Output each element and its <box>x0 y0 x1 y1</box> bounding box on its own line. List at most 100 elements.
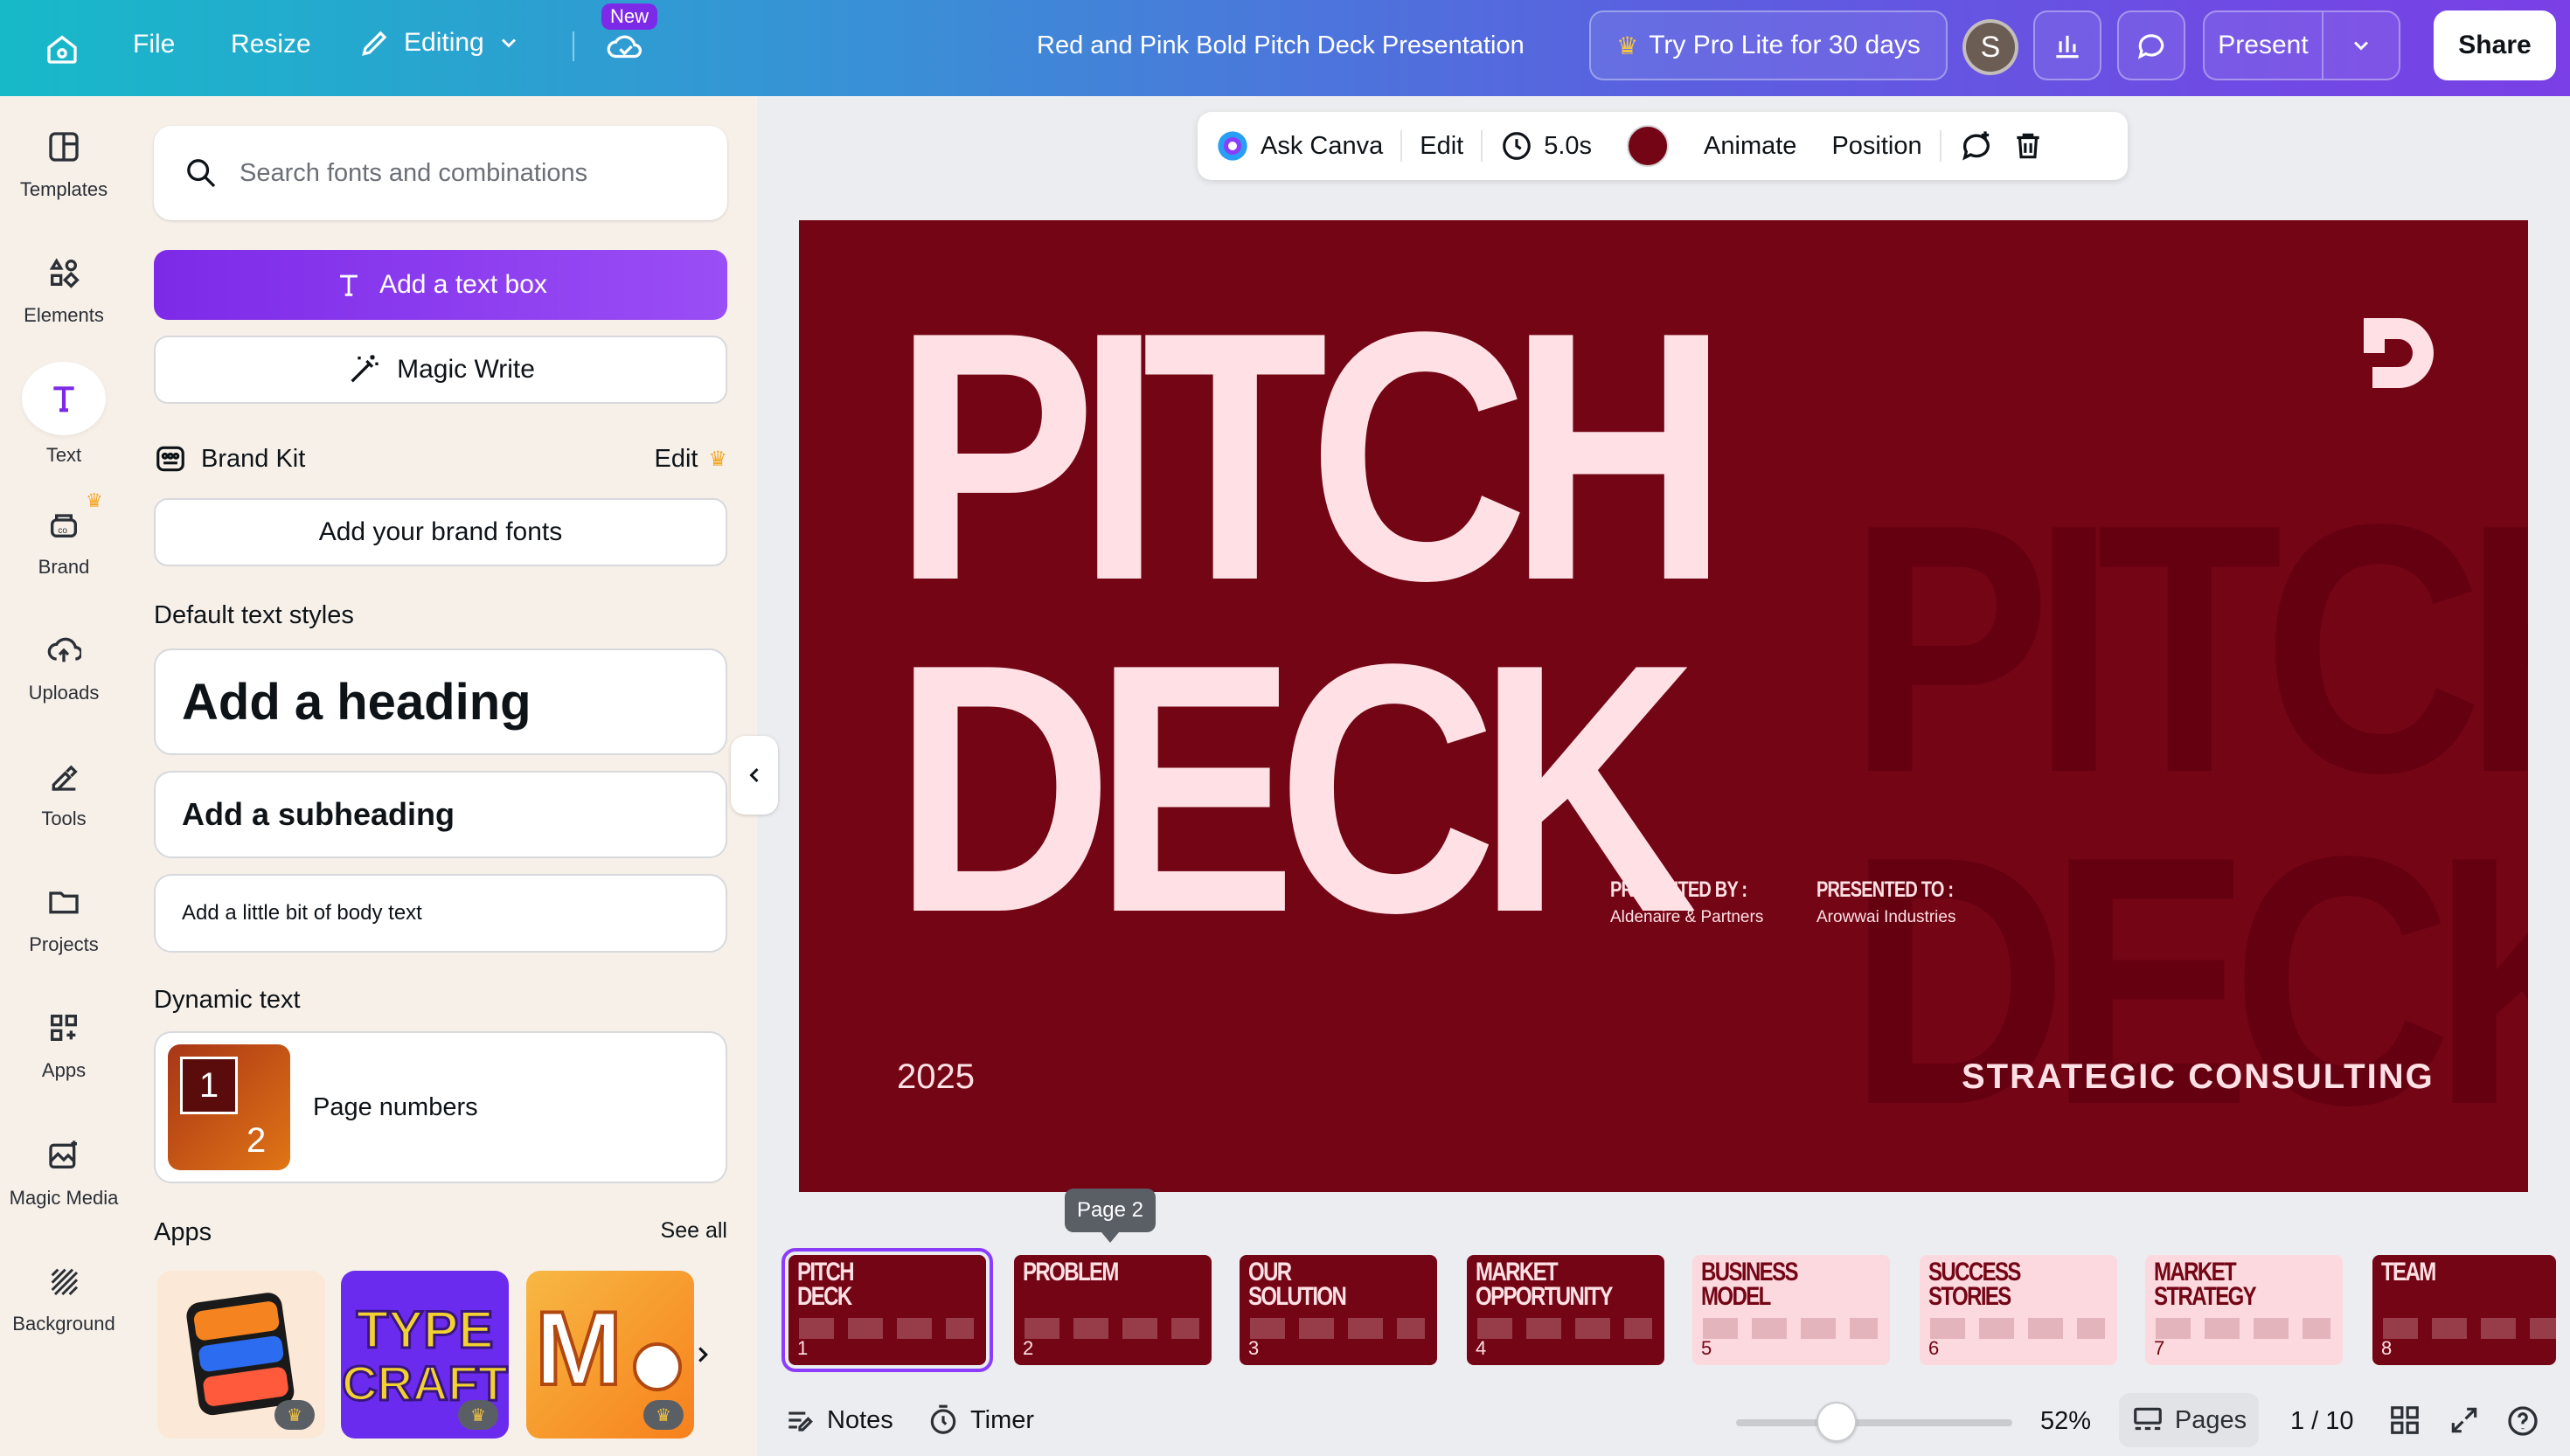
slide-tagline[interactable]: STRATEGIC CONSULTING <box>1962 1057 2435 1097</box>
page-thumbnail[interactable]: PROBLEM 2 <box>1014 1255 1212 1365</box>
rail-templates[interactable]: Templates <box>0 110 128 215</box>
delete-button[interactable] <box>2011 112 2062 180</box>
rail-elements[interactable]: Elements <box>0 236 128 341</box>
add-comment-button[interactable] <box>1941 112 2011 180</box>
timer-icon <box>930 1404 956 1434</box>
comments-button[interactable] <box>2117 10 2185 80</box>
chevron-left-icon <box>749 767 759 783</box>
add-text-box-button[interactable]: Add a text box <box>154 250 727 320</box>
thumbnail-title: SUCCESS STORIES <box>1928 1258 2021 1311</box>
present-options-button[interactable] <box>2323 33 2399 58</box>
try-pro-button[interactable]: ♛ Try Pro Lite for 30 days <box>1589 10 1948 80</box>
projects-icon <box>41 879 87 925</box>
apps-title: Apps <box>154 1218 212 1246</box>
slide-title[interactable]: PITCH DECK <box>893 279 1728 986</box>
position-button[interactable]: Position <box>1814 112 1939 180</box>
search-placeholder: Search fonts and combinations <box>240 158 588 187</box>
add-heading-button[interactable]: Add a heading <box>154 648 727 755</box>
share-button[interactable]: Share <box>2434 10 2556 80</box>
rail-templates-label: Templates <box>19 178 108 200</box>
notes-icon <box>788 1411 813 1432</box>
thumbnail-body-lines <box>2156 1318 2330 1339</box>
insights-button[interactable] <box>2033 10 2101 80</box>
resize-button[interactable]: Resize <box>231 30 311 59</box>
present-button[interactable]: Present <box>2205 12 2323 79</box>
ask-canva-button[interactable]: Ask Canva <box>1198 112 1400 180</box>
thumbnail-body-lines <box>2383 1318 2556 1339</box>
document-title[interactable]: Red and Pink Bold Pitch Deck Presentatio… <box>1037 31 1525 60</box>
cloud-sync-button[interactable] <box>601 24 650 68</box>
grid-view-button[interactable] <box>2388 1404 2421 1437</box>
presented-to-label: PRESENTED TO : <box>1816 877 1954 902</box>
brand-kit-edit-link[interactable]: Edit <box>655 445 698 474</box>
page-thumbnail[interactable]: MARKET OPPORTUNITY 4 <box>1467 1255 1664 1365</box>
rail-uploads-label: Uploads <box>28 682 100 704</box>
page-thumbnail[interactable]: TEAM 8 <box>2372 1255 2556 1365</box>
slide-title-line-2: DECK <box>893 590 1698 986</box>
rail-tools[interactable]: Tools <box>0 739 128 844</box>
slide-year[interactable]: 2025 <box>897 1057 975 1097</box>
page-thumbnail[interactable]: OUR SOLUTION 3 <box>1240 1255 1437 1365</box>
notes-label: Notes <box>827 1405 893 1434</box>
zoom-slider-handle[interactable] <box>1816 1402 1858 1442</box>
app-tile-s-logo[interactable]: ♛ <box>157 1271 325 1439</box>
presented-to-block[interactable]: PRESENTED TO : Arowwai Industries <box>1816 877 1987 927</box>
rail-elements-label: Elements <box>24 304 104 326</box>
uploads-icon <box>41 627 87 673</box>
timer-button[interactable]: Timer <box>927 1404 1034 1437</box>
rail-tools-label: Tools <box>41 808 87 829</box>
font-search-input[interactable]: Search fonts and combinations <box>154 126 727 220</box>
page-numbers-card[interactable]: 1 2 Page numbers <box>154 1031 727 1183</box>
presented-by-block[interactable]: PRESENTED BY : Aldenaire & Partners <box>1610 877 1781 927</box>
background-color-button[interactable] <box>1609 112 1686 180</box>
page-thumbnail[interactable]: SUCCESS STORIES 6 <box>1920 1255 2117 1365</box>
animate-button[interactable]: Animate <box>1686 112 1814 180</box>
add-subheading-button[interactable]: Add a subheading <box>154 771 727 858</box>
pages-button[interactable]: Pages <box>2119 1393 2259 1447</box>
canva-assistant-icon <box>1218 131 1247 161</box>
thumbnail-page-number: 4 <box>1476 1337 1487 1359</box>
rail-brand-label: Brand <box>38 556 90 578</box>
see-all-apps-link[interactable]: See all <box>661 1218 727 1247</box>
file-menu[interactable]: File <box>133 30 175 59</box>
collapse-panel-button[interactable] <box>731 736 778 815</box>
app-tile-mo[interactable]: M ♛ <box>526 1271 694 1439</box>
notes-button[interactable]: Notes <box>783 1404 893 1437</box>
rail-text-label: Text <box>45 444 82 466</box>
rail-background[interactable]: Background <box>0 1245 128 1349</box>
svg-text:M: M <box>535 1290 622 1407</box>
slide-canvas[interactable]: PITCH DECK PITCH DECK PRESENTED BY : Ald… <box>799 220 2528 1192</box>
page-thumbnail[interactable]: MARKET STRATEGY 7 <box>2145 1255 2343 1365</box>
home-icon <box>47 35 77 64</box>
rail-apps[interactable]: Apps <box>0 991 128 1096</box>
thumbnail-body-lines <box>1477 1318 1652 1339</box>
home-button[interactable] <box>35 22 89 76</box>
page-thumbnail[interactable]: BUSINESS MODEL 5 <box>1692 1255 1890 1365</box>
help-button[interactable] <box>2505 1404 2540 1439</box>
duration-label: 5.0s <box>1544 131 1593 160</box>
add-brand-fonts-button[interactable]: Add your brand fonts <box>154 498 727 566</box>
crown-icon: ♛ <box>287 1405 302 1425</box>
page-thumbnail[interactable]: PITCH DECK 1 <box>781 1248 993 1372</box>
rail-projects[interactable]: Projects <box>0 865 128 970</box>
rail-text[interactable]: Text <box>0 362 128 467</box>
rail-magic-media[interactable]: Magic Media <box>0 1119 128 1224</box>
bar-chart-icon <box>2056 35 2079 59</box>
duration-button[interactable]: 5.0s <box>1483 112 1609 180</box>
zoom-slider-track[interactable] <box>1736 1419 2012 1426</box>
templates-icon <box>41 124 87 170</box>
edit-button[interactable]: Edit <box>1402 112 1481 180</box>
crown-icon: ♛ <box>708 447 727 471</box>
magic-write-button[interactable]: Magic Write <box>154 336 727 404</box>
fullscreen-button[interactable] <box>2448 1404 2481 1437</box>
zoom-percent[interactable]: 52% <box>2040 1407 2091 1436</box>
rail-uploads[interactable]: Uploads <box>0 614 128 718</box>
app-tile-typecraft[interactable]: TYPE CRAFT ♛ <box>341 1271 509 1439</box>
thumbnail-body-lines <box>1250 1318 1425 1339</box>
company-logo-icon[interactable] <box>2364 318 2434 388</box>
add-body-text-button[interactable]: Add a little bit of body text <box>154 874 727 953</box>
user-avatar[interactable]: S <box>1962 19 2018 75</box>
apps-scroll-right-button[interactable] <box>685 1328 720 1381</box>
rail-brand[interactable]: co Brand <box>0 488 128 593</box>
editing-mode-dropdown[interactable]: Editing <box>358 26 521 59</box>
